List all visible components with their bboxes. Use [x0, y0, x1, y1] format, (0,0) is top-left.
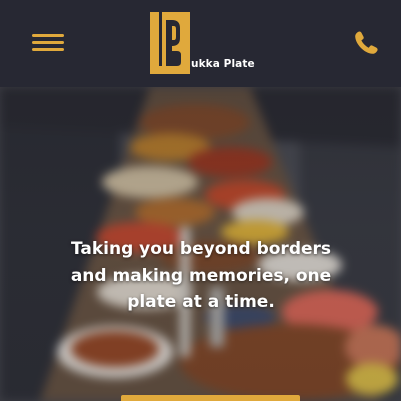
hero-section: Taking you beyond borders and making mem… [0, 87, 401, 401]
brand-name: ukka Plate [191, 58, 255, 70]
top-header: ukka Plate [0, 0, 401, 87]
logo-b-icon [150, 12, 190, 74]
hamburger-menu-button[interactable] [28, 28, 68, 56]
hamburger-menu-icon [32, 34, 64, 37]
phone-call-button[interactable] [350, 27, 384, 59]
hero-cta-button[interactable] [121, 395, 300, 401]
phone-icon [355, 31, 378, 54]
home-page: ukka Plate Taking you beyond borders and… [0, 0, 401, 401]
hero-tagline: Taking you beyond borders and making mem… [70, 239, 332, 312]
brand-logo[interactable]: ukka Plate [150, 12, 270, 74]
